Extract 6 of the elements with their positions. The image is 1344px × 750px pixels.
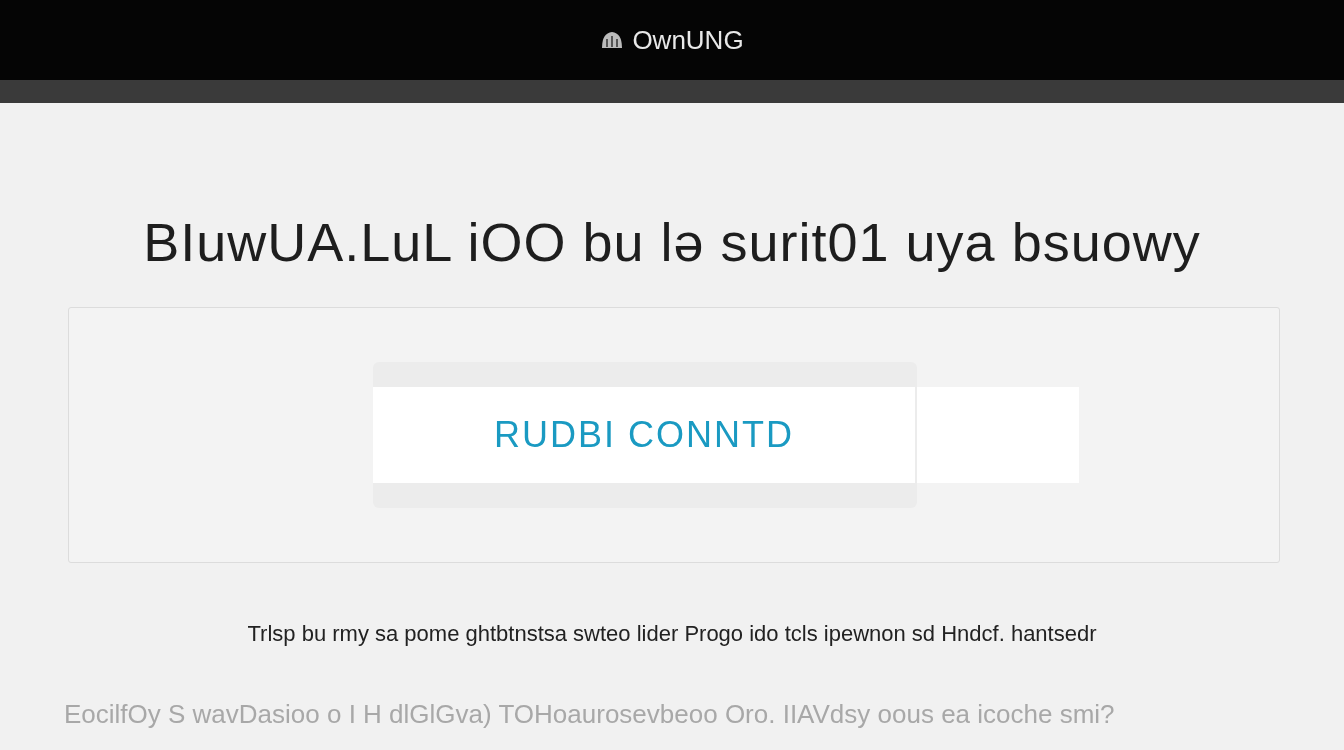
description-text: Trlsp bu rmy sa pome ghtbtnstsa swteo lider Progo ido tcls ipewnon sd Hndcf. hantsedr [246, 621, 1098, 647]
shell-icon [600, 30, 625, 50]
page-heading: BIuwUA.LuL iOO bu lə surit01 uya bsuowy [142, 211, 1202, 273]
connect-button[interactable]: RUDBI CONNTD [373, 387, 915, 483]
footer-text: EocilfOy S wavDasioo o I H dlGlGva) TOHoaurosevbeoo Oro. IIAVdsy oous ea icoche smi? [64, 699, 1116, 730]
logo-text: OwnUNG [632, 24, 744, 56]
